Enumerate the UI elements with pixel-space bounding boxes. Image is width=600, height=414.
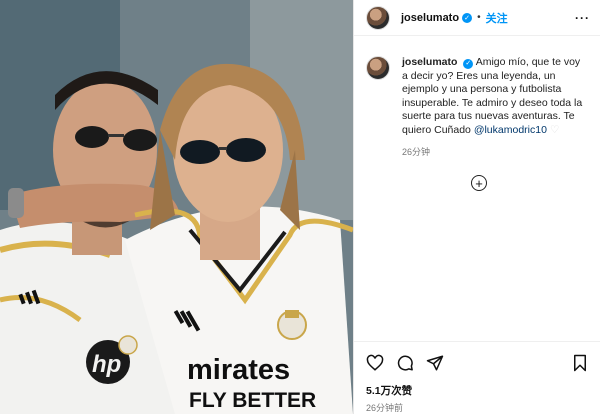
share-icon[interactable] <box>426 354 444 372</box>
caption-timestamp: 26分钟 <box>402 146 431 157</box>
caption-username[interactable]: joselumato <box>402 56 457 68</box>
verified-icon: ✓ <box>462 12 473 23</box>
caption-verified-icon: ✓ <box>463 58 474 69</box>
heart-icon[interactable] <box>366 354 384 372</box>
post-photo[interactable]: mirates FLY BETTER hp <box>0 0 353 414</box>
actions-bar: 5.1万次赞 26分钟前 <box>354 341 600 414</box>
post-timestamp: 26分钟前 <box>366 403 404 413</box>
follow-button[interactable]: 关注 <box>486 10 508 26</box>
photo-illustration: mirates FLY BETTER hp <box>0 0 353 414</box>
caption: joselumato ✓ Amigo mío, que te voy a dec… <box>354 36 600 158</box>
plus-circle-icon[interactable]: + <box>471 175 487 191</box>
caption-avatar[interactable] <box>366 56 390 80</box>
mention-link[interactable]: @lukamodric10 <box>474 124 547 136</box>
username-link[interactable]: joselumato <box>401 12 459 24</box>
white-heart-emoji: ♡ <box>549 123 560 136</box>
caption-text: joselumato ✓ Amigo mío, que te voy a dec… <box>402 56 584 138</box>
avatar[interactable] <box>366 5 390 30</box>
bookmark-icon[interactable] <box>571 354 589 372</box>
comment-icon[interactable] <box>396 354 414 372</box>
more-icon[interactable]: ··· <box>575 11 590 25</box>
post-side-panel: joselumato ✓ • 关注 ··· joselumato ✓ Amigo… <box>353 0 600 414</box>
likes-count[interactable]: 5.1万次赞 <box>366 383 589 398</box>
shirt-sponsor-subtext: FLY BETTER <box>189 389 316 412</box>
shirt-sponsor-text: mirates <box>187 354 290 386</box>
post-header: joselumato ✓ • 关注 ··· <box>354 0 600 36</box>
svg-text:hp: hp <box>92 351 121 378</box>
header-separator: • <box>477 12 481 23</box>
